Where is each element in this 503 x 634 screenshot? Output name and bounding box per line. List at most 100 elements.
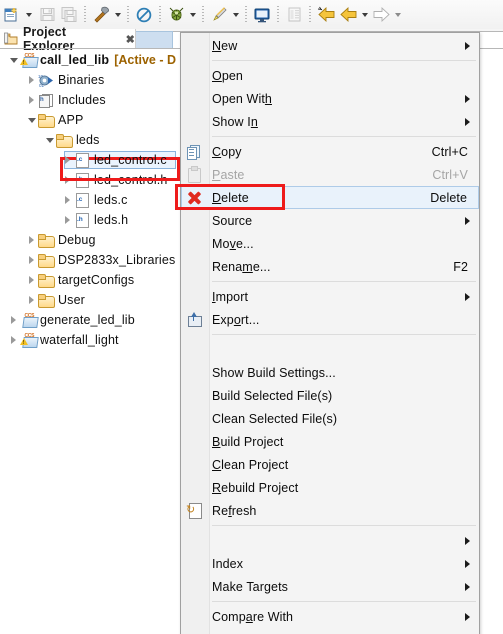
tree-item-debug[interactable]: Debug xyxy=(0,230,180,250)
menu-item-copy[interactable]: Copy Ctrl+C xyxy=(181,140,479,163)
submenu-arrow-icon xyxy=(465,536,470,545)
twisty-closed-icon[interactable] xyxy=(62,155,73,166)
twisty-closed-icon[interactable] xyxy=(62,175,73,186)
twisty-closed-icon[interactable] xyxy=(8,335,19,346)
delete-icon xyxy=(186,189,203,206)
submenu-arrow-icon xyxy=(465,216,470,225)
tree-item-led_control_h[interactable]: .h led_control.h xyxy=(0,170,180,190)
build-dropdown-arrow[interactable] xyxy=(112,4,123,26)
twisty-open-icon[interactable] xyxy=(26,115,37,126)
refresh-icon: ↻ xyxy=(186,502,203,519)
forward-dropdown-arrow[interactable] xyxy=(392,4,403,26)
back-arrow-button[interactable] xyxy=(337,4,359,26)
menu-item-compare-with[interactable]: Compare With xyxy=(181,605,479,628)
submenu-arrow-icon xyxy=(465,117,470,126)
menu-item-refresh[interactable]: ↻ Refresh xyxy=(181,499,479,522)
twisty-closed-icon[interactable] xyxy=(26,255,37,266)
new-file-dropdown-arrow[interactable] xyxy=(23,4,34,26)
menu-item-show-in[interactable]: Show In xyxy=(181,110,479,133)
forward-arrow-button[interactable] xyxy=(370,4,392,26)
twisty-closed-icon[interactable] xyxy=(26,235,37,246)
twisty-closed-icon[interactable] xyxy=(26,295,37,306)
menu-item-replace-with[interactable]: Replace With xyxy=(181,628,479,634)
build-button[interactable] xyxy=(90,4,112,26)
twisty-closed-icon[interactable] xyxy=(26,95,37,106)
close-icon[interactable]: ✖ xyxy=(126,33,135,46)
tree-item-targetconfigs[interactable]: targetConfigs xyxy=(0,270,180,290)
tab-project-explorer[interactable]: Project Explorer ✖ xyxy=(0,25,136,53)
menu-item-source[interactable]: Source xyxy=(181,209,479,232)
menu-item-label: Build Project xyxy=(212,434,284,449)
toolbar-group-run xyxy=(207,3,242,27)
tree-item-binaries[interactable]: 10 01 Binaries xyxy=(0,70,180,90)
toolbar-separator xyxy=(84,6,86,23)
menu-item-new[interactable]: New xyxy=(181,34,479,57)
menu-item-clean-project[interactable]: Clean Project xyxy=(181,453,479,476)
twisty-open-icon[interactable] xyxy=(8,55,19,66)
menu-item-shortcut: Ctrl+C xyxy=(431,144,468,159)
twisty-closed-icon[interactable] xyxy=(26,75,37,86)
save-all-button[interactable] xyxy=(58,4,80,26)
run-button[interactable] xyxy=(208,4,230,26)
menu-item-rename[interactable]: Rename... F2 xyxy=(181,255,479,278)
console-button[interactable] xyxy=(251,4,273,26)
folder-icon xyxy=(55,132,73,148)
twisty-closed-icon[interactable] xyxy=(8,315,19,326)
submenu-arrow-icon xyxy=(465,41,470,50)
menu-item-label: Export... xyxy=(212,312,260,327)
tree-item-generate_led_lib[interactable]: CCS generate_led_lib xyxy=(0,310,180,330)
twisty-closed-icon[interactable] xyxy=(62,195,73,206)
tree-item-leds_c[interactable]: .c leds.c xyxy=(0,190,180,210)
menu-item-show-build-settings[interactable] xyxy=(181,338,479,361)
menu-item-list: New Open Open With Show In Copy Ctrl+C P… xyxy=(181,33,479,634)
save-button[interactable] xyxy=(36,4,58,26)
tree-label: leds xyxy=(76,133,100,147)
folder-icon xyxy=(37,272,55,288)
menu-item-delete[interactable]: Delete Delete xyxy=(181,186,479,209)
debug-dropdown-arrow[interactable] xyxy=(187,4,198,26)
tree-item-leds[interactable]: leds xyxy=(0,130,180,150)
tree-item-call_led_lib[interactable]: CCS! call_led_lib [Active - D xyxy=(0,50,180,70)
menu-item-make-targets[interactable]: Index xyxy=(181,552,479,575)
new-file-button[interactable] xyxy=(1,4,23,26)
tree-label: led_control.c xyxy=(94,153,167,167)
menu-item-resource-configurations[interactable]: Make Targets xyxy=(181,575,479,598)
twisty-closed-icon[interactable] xyxy=(62,215,73,226)
context-menu[interactable]: New Open Open With Show In Copy Ctrl+C P… xyxy=(180,32,480,634)
menu-item-clean-selected-files[interactable]: Build Selected File(s) xyxy=(181,384,479,407)
tree-item-dsp2833x_libraries[interactable]: DSP2833x_Libraries xyxy=(0,250,180,270)
menu-item-open-with[interactable]: Open With xyxy=(181,87,479,110)
menu-item-exclude-from-build[interactable]: Clean Selected File(s) xyxy=(181,407,479,430)
run-dropdown-arrow[interactable] xyxy=(230,4,241,26)
menu-item-rebuild-project[interactable]: Rebuild Project xyxy=(181,476,479,499)
menu-item-import[interactable]: Import xyxy=(181,285,479,308)
menu-item-build-selected-files[interactable]: Show Build Settings... xyxy=(181,361,479,384)
no-entry-button[interactable] xyxy=(133,4,155,26)
tree-item-app[interactable]: APP xyxy=(0,110,180,130)
menu-separator xyxy=(212,334,476,335)
back-arrow-star-button[interactable] xyxy=(315,4,337,26)
tree-label: Binaries xyxy=(58,73,105,87)
tree-item-waterfall_light[interactable]: CCS! waterfall_light xyxy=(0,330,180,350)
tree-label: leds.c xyxy=(94,193,128,207)
menu-item-build-project[interactable]: Build Project xyxy=(181,430,479,453)
back-dropdown-arrow[interactable] xyxy=(359,4,370,26)
tree-label: User xyxy=(58,293,85,307)
menu-item-paste[interactable]: Paste Ctrl+V xyxy=(181,163,479,186)
submenu-arrow-icon xyxy=(465,292,470,301)
tree-item-leds_h[interactable]: .h leds.h xyxy=(0,210,180,230)
twisty-open-icon[interactable] xyxy=(44,135,55,146)
tree-item-includes[interactable]: h Includes xyxy=(0,90,180,110)
binaries-icon: 10 01 xyxy=(37,72,55,88)
twisty-closed-icon[interactable] xyxy=(26,275,37,286)
memory-button[interactable] xyxy=(283,4,305,26)
project-explorer-icon xyxy=(4,32,19,46)
debug-button[interactable] xyxy=(165,4,187,26)
menu-item-export[interactable]: Export... xyxy=(181,308,479,331)
menu-item-index[interactable] xyxy=(181,529,479,552)
menu-item-move[interactable]: Move... xyxy=(181,232,479,255)
project-explorer-tree[interactable]: CCS! call_led_lib [Active - D 10 01 Bina… xyxy=(0,50,180,634)
menu-item-open[interactable]: Open xyxy=(181,64,479,87)
tree-item-led_control_c[interactable]: .c led_control.c xyxy=(0,150,180,170)
tree-item-user[interactable]: User xyxy=(0,290,180,310)
